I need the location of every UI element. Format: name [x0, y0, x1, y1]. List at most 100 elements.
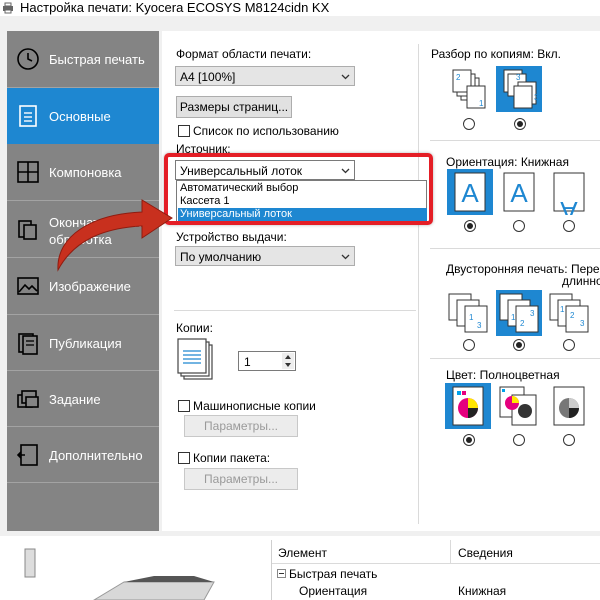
- svg-text:2: 2: [520, 319, 525, 328]
- divider: [430, 358, 600, 359]
- summary-row-item: Ориентация: [299, 584, 368, 598]
- summary-group-quick-print[interactable]: Быстрая печать: [289, 567, 377, 581]
- svg-text:3: 3: [534, 93, 539, 102]
- rotated-portrait-icon: A: [553, 172, 585, 226]
- collate-on-option[interactable]: 3 3: [496, 66, 542, 112]
- batch-copies-checkbox[interactable]: [178, 452, 190, 464]
- orientation-label-text: Ориентация:: [446, 155, 518, 169]
- sidebar-item-quick-print[interactable]: Быстрая печать: [7, 31, 159, 87]
- svg-text:1: 1: [560, 305, 565, 314]
- sidebar-item-layout[interactable]: Компоновка: [7, 144, 159, 200]
- sidebar-item-label: Дополнительно: [49, 448, 143, 463]
- sidebar-item-label: Публикация: [49, 336, 122, 351]
- color-auto-radio[interactable]: [513, 434, 525, 446]
- printer-preview-icon: [93, 576, 215, 600]
- column-header-details[interactable]: Сведения: [458, 546, 513, 560]
- divider: [7, 482, 159, 483]
- svg-text:A: A: [510, 178, 528, 208]
- advanced-icon: [16, 444, 38, 466]
- collate-label-text: Разбор по копиям:: [431, 47, 534, 61]
- output-select[interactable]: По умолчанию: [175, 246, 355, 266]
- print-area-select[interactable]: A4 [100%]: [175, 66, 355, 86]
- auto-color-icon: [499, 386, 537, 426]
- color-full-radio[interactable]: [463, 434, 475, 446]
- svg-text:A: A: [560, 196, 578, 215]
- duplex-off-radio[interactable]: [463, 339, 475, 351]
- divider: [430, 140, 600, 141]
- svg-text:3: 3: [477, 321, 482, 330]
- copies-stepper[interactable]: 1: [238, 351, 296, 371]
- window-title: Настройка печати: Kyocera ECOSYS M8124ci…: [20, 0, 330, 15]
- svg-text:1: 1: [469, 313, 474, 322]
- landscape-icon: A: [503, 172, 535, 212]
- orientation-portrait-radio[interactable]: [464, 220, 476, 232]
- column-header-item[interactable]: Элемент: [278, 546, 327, 560]
- svg-text:3: 3: [580, 319, 585, 328]
- duplex-long-edge-radio[interactable]: [513, 339, 525, 351]
- sidebar-item-label: Изображение: [49, 279, 131, 294]
- collate-label: Разбор по копиям: Вкл.: [431, 47, 561, 61]
- divider: [430, 248, 600, 249]
- divider: [418, 44, 419, 524]
- sidebar-item-basic[interactable]: Основные: [7, 88, 159, 144]
- image-icon: [17, 277, 39, 295]
- full-color-icon: [452, 386, 484, 426]
- highlight-frame: [164, 153, 433, 225]
- duplex-long-edge-icon: 1 2 3: [499, 293, 539, 333]
- page-sizes-button[interactable]: Размеры страниц...: [176, 96, 292, 118]
- collate-on-icon: 3 3: [503, 69, 539, 109]
- single-sided-icon: 1 3: [448, 293, 488, 333]
- orientation-rotated-radio[interactable]: [563, 220, 575, 232]
- color-full-option[interactable]: [445, 383, 491, 429]
- sidebar-item-advanced[interactable]: Дополнительно: [7, 427, 159, 483]
- collate-value: Вкл.: [537, 47, 561, 61]
- svg-text:1: 1: [511, 313, 516, 322]
- svg-text:3: 3: [516, 73, 521, 82]
- duplex-short-edge-radio[interactable]: [563, 339, 575, 351]
- typed-copies-checkbox[interactable]: [178, 400, 190, 412]
- collate-off-radio[interactable]: [463, 118, 475, 130]
- collate-off-option[interactable]: 2 1: [445, 66, 491, 112]
- color-mono-option[interactable]: [546, 383, 592, 429]
- layout-grid-icon: [17, 161, 39, 183]
- typed-params-button[interactable]: Параметры...: [184, 415, 298, 437]
- svg-text:1: 1: [479, 99, 484, 108]
- booklet-icon: [18, 333, 38, 355]
- chevron-up-icon[interactable]: [282, 353, 294, 361]
- batch-copies-label: Копии пакета:: [193, 451, 271, 465]
- print-area-value: A4 [100%]: [180, 70, 236, 84]
- duplex-value-line2: длинно: [562, 274, 600, 288]
- svg-text:3: 3: [530, 309, 535, 318]
- collate-on-radio[interactable]: [514, 118, 526, 130]
- color-mono-radio[interactable]: [563, 434, 575, 446]
- orientation-landscape-option[interactable]: A: [496, 169, 542, 215]
- duplex-label-text: Двусторонняя печать:: [446, 262, 568, 276]
- batch-params-button[interactable]: Параметры...: [184, 468, 298, 490]
- collapse-icon[interactable]: [277, 569, 286, 578]
- usage-list-label: Список по использованию: [193, 124, 339, 138]
- monochrome-icon: [553, 386, 585, 426]
- printer-icon: [3, 2, 13, 14]
- duplex-short-edge-icon: 1 2 3: [549, 293, 589, 333]
- duplex-off-option[interactable]: 1 3: [445, 290, 491, 336]
- orientation-portrait-option[interactable]: A: [447, 169, 493, 215]
- job-icon: [17, 390, 39, 408]
- orientation-value: Книжная: [520, 155, 569, 169]
- sidebar-item-job[interactable]: Задание: [7, 371, 159, 427]
- duplex-short-edge-option[interactable]: 1 2 3: [546, 290, 592, 336]
- summary-row-value: Книжная: [458, 584, 507, 598]
- duplex-long-edge-option[interactable]: 1 2 3: [496, 290, 542, 336]
- sidebar-item-publishing[interactable]: Публикация: [7, 315, 159, 371]
- orientation-rotated-option[interactable]: A: [546, 169, 592, 226]
- orientation-label: Ориентация: Книжная: [446, 155, 569, 169]
- sidebar-item-label: Задание: [49, 392, 101, 407]
- usage-list-checkbox[interactable]: [178, 125, 190, 137]
- output-label: Устройство выдачи:: [176, 230, 287, 244]
- divider: [450, 540, 451, 564]
- sidebar-item-label: Основные: [49, 109, 111, 124]
- orientation-landscape-radio[interactable]: [513, 220, 525, 232]
- color-label: Цвет: Полноцветная: [446, 368, 560, 382]
- copies-value: 1: [244, 355, 251, 369]
- chevron-down-icon[interactable]: [282, 361, 294, 369]
- color-auto-option[interactable]: [496, 383, 542, 429]
